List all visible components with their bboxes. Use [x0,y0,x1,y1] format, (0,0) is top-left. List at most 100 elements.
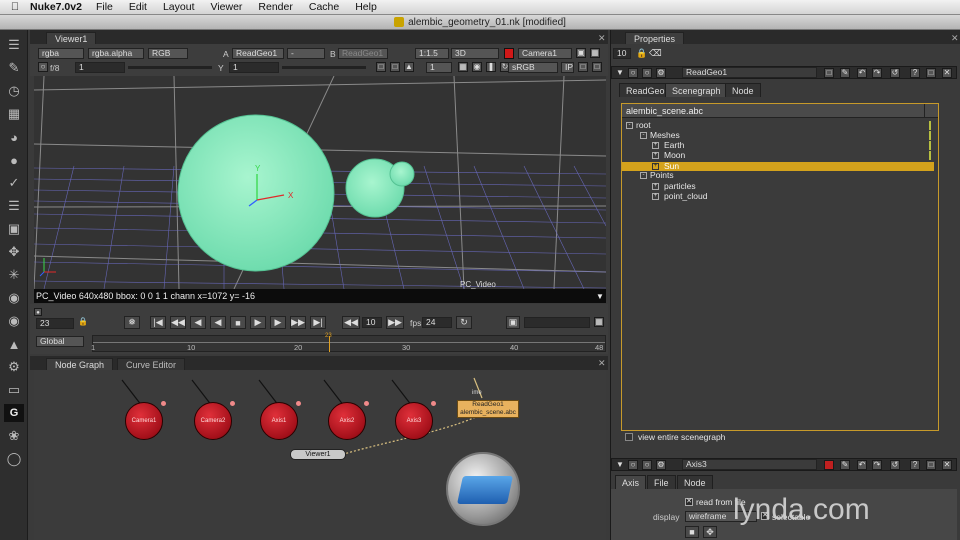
lut-dropdown[interactable]: sRGB [508,62,558,73]
visibility-bar[interactable] [929,141,931,150]
max-panels-field[interactable]: 10 [613,48,631,59]
undo-icon[interactable]: ↶ [857,460,867,470]
roi-icon[interactable]: □ [376,62,386,72]
menu-layout[interactable]: Layout [163,1,195,13]
gamma-field[interactable]: 1 [229,62,279,73]
panel-edit-icon[interactable]: ✎ [840,460,850,470]
collapse-icon[interactable]: ▼ [616,460,624,469]
panel-name-field[interactable]: Axis3 [682,459,817,470]
rgb-dropdown[interactable]: RGB [148,48,188,59]
visibility-bar[interactable] [929,131,931,140]
viewer1-node[interactable]: Viewer1 [290,449,346,460]
deep-icon[interactable]: ◉ [4,289,24,307]
expand-icon[interactable]: + [652,163,659,170]
playback-settings-icon[interactable]: ❅ [124,316,140,329]
help-icon[interactable]: ? [910,68,920,78]
node-graph[interactable]: Camera1 Camera2 Axis1 Axis2 Axis3 ime Re… [34,370,606,540]
channel-icon[interactable]: ▦ [4,105,24,123]
collapse-icon[interactable]: ▼ [616,68,624,77]
node-color-icon[interactable] [824,460,834,470]
b-input-dropdown[interactable]: ReadGeo1 [338,48,388,59]
close-panel-icon[interactable]: ✕ [942,68,952,78]
alpha-dropdown[interactable]: rgba.alpha [88,48,144,59]
3d-cube-icon[interactable]: ▣ [4,220,24,238]
expand-icon[interactable]: + [652,152,659,159]
axis1-node[interactable]: Axis1 [260,401,301,440]
sun-sphere[interactable] [389,161,415,187]
close-nodegraph-icon[interactable]: ✕ [598,358,606,369]
reset-icon[interactable]: ↺ [890,460,900,470]
tab-axis[interactable]: Axis [615,475,647,489]
gizmo-icon[interactable]: G [4,404,24,422]
frame-lock-icon[interactable]: 🔒 [78,318,88,328]
expand-icon[interactable]: + [652,193,659,200]
menu-file[interactable]: File [96,1,113,13]
merge-icon[interactable]: ☰ [4,197,24,215]
redo-icon[interactable]: ↷ [872,460,882,470]
undo-icon[interactable]: ↶ [857,68,867,78]
prev-frame-button[interactable]: ◀ [190,316,206,329]
tab-node[interactable]: Node [677,475,713,489]
render-icon[interactable]: ◉ [472,62,482,72]
furnace-icon[interactable]: ❀ [4,427,24,445]
readgeo1-node[interactable]: ReadGeo1 alembic_scene.abc [457,400,519,418]
camera1-node[interactable]: Camera1 [125,401,166,440]
expand-icon[interactable]: + [652,183,659,190]
axis2-node[interactable]: Axis2 [328,401,369,440]
viewer-lock-icon[interactable]: □ [592,62,602,72]
panel-edit-icon[interactable]: ✎ [840,68,850,78]
input-process-button[interactable]: IP [561,62,574,73]
last-frame-button[interactable]: ▶| [310,316,326,329]
view-entire-checkbox[interactable] [625,433,633,441]
camera-lock-icon[interactable] [504,48,514,59]
clear-panels-icon[interactable]: ⌫ [649,48,662,59]
redo-icon[interactable]: ↷ [872,68,882,78]
toolsets-icon[interactable]: ⚙ [4,358,24,376]
menu-cache[interactable]: Cache [309,1,339,13]
next-keyframe-button[interactable]: ▶▶ [290,316,306,329]
read-from-file-checkbox[interactable]: ✕ [685,498,693,506]
skip-step-field[interactable]: 10 [362,317,382,328]
channels-dropdown[interactable]: rgba [38,48,84,59]
panel-eye-icon[interactable]: ○ [642,460,652,470]
in-out-field[interactable] [524,317,590,328]
flipbook-icon[interactable]: ▣ [506,316,520,329]
zoom-dropdown[interactable]: 1:1.5 [415,48,449,59]
next-frame-button[interactable]: ▶ [270,316,286,329]
node-color-icon[interactable]: □ [824,68,834,78]
a-input-dropdown[interactable]: ReadGeo1 [232,48,284,59]
proxy-icon[interactable]: ▦ [458,62,468,72]
tab-scenegraph[interactable]: Scenegraph [665,83,728,97]
earth-sphere[interactable] [177,114,335,272]
first-frame-button[interactable]: |◀ [150,316,166,329]
other-icon[interactable]: ▭ [4,381,24,399]
tab-readgeo[interactable]: ReadGeo [619,83,672,97]
compare-op-dropdown[interactable]: - [287,48,325,59]
tree-item-earth[interactable]: Earth [664,140,684,150]
view-mode-dropdown[interactable]: 3D [451,48,499,59]
fps-field[interactable]: 24 [422,317,452,328]
panel-node-icon[interactable]: ○ [628,68,638,78]
loop-mode-button[interactable]: ↻ [456,316,472,329]
viewer-viewport[interactable]: X Y PC_Video [34,76,606,289]
gamma-slider[interactable] [282,66,366,69]
tab-viewer1[interactable]: Viewer1 [46,32,97,44]
frame-step-dropdown[interactable]: 1 [426,62,452,73]
timeline-menu-icon[interactable]: ● [34,308,42,316]
panel-node-icon[interactable]: ○ [628,460,638,470]
tree-item-moon[interactable]: Moon [664,150,685,160]
tab-node-graph[interactable]: Node Graph [46,358,114,370]
tab-file[interactable]: File [647,475,676,489]
transform-icon[interactable]: ✥ [4,243,24,261]
camera-dropdown[interactable]: Camera1 [518,48,572,59]
ocula-icon[interactable]: ◯ [4,450,24,468]
transform-handle-icon[interactable]: ✥ [703,526,717,538]
tab-curve-editor[interactable]: Curve Editor [117,358,186,370]
particles-icon[interactable]: ✳ [4,266,24,284]
fstop-icon[interactable]: ○ [38,62,48,72]
tree-item-points[interactable]: Points [650,170,674,180]
camera2-node[interactable]: Camera2 [194,401,235,440]
menu-toggle-icon[interactable]: ☰ [4,36,24,54]
play-forward-button[interactable]: ▶ [250,316,266,329]
expand-icon[interactable]: - [626,122,633,129]
